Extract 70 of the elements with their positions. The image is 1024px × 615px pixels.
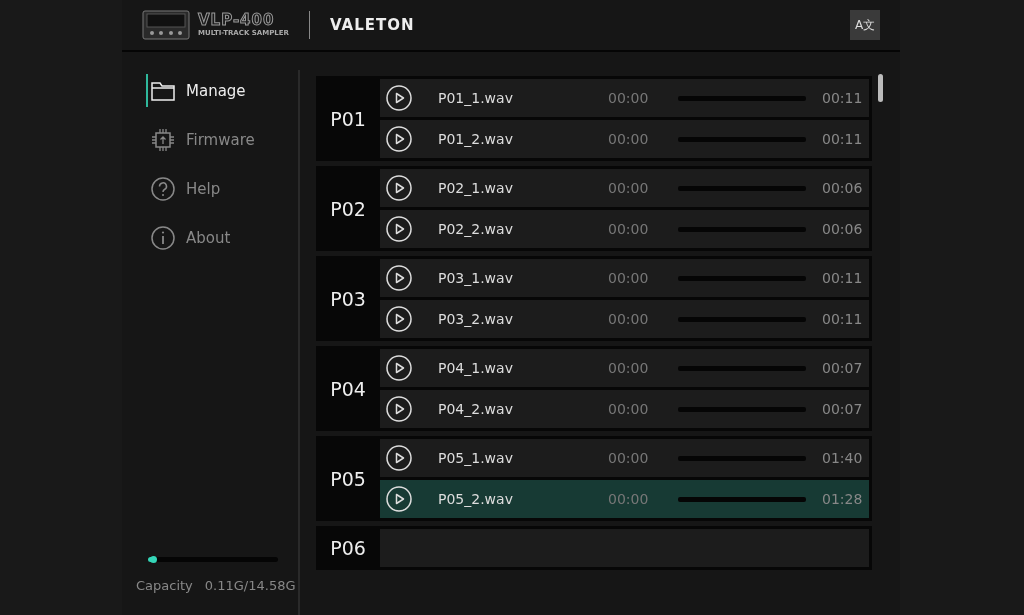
time-duration: 00:06 bbox=[822, 180, 863, 196]
preset-name: P02 bbox=[329, 196, 367, 222]
play-icon[interactable] bbox=[386, 216, 412, 242]
play-icon[interactable] bbox=[386, 396, 412, 422]
nav-item[interactable]: About bbox=[146, 221, 298, 254]
time-duration: 00:11 bbox=[822, 270, 863, 286]
preset-name: P06 bbox=[329, 536, 367, 561]
nav-item[interactable]: Firmware bbox=[146, 123, 298, 156]
track-row[interactable]: P02_2.wav 00:00 00:06 bbox=[380, 210, 869, 248]
time-position: 00:00 bbox=[608, 401, 650, 417]
file-name: P03_2.wav bbox=[438, 311, 514, 327]
time-duration: 00:06 bbox=[822, 221, 863, 237]
play-icon[interactable] bbox=[386, 355, 412, 381]
track-row[interactable]: P05_1.wav 00:00 01:40 bbox=[380, 439, 869, 477]
time-duration: 01:40 bbox=[822, 450, 863, 466]
play-icon[interactable] bbox=[386, 126, 412, 152]
track-row[interactable]: P02_1.wav 00:00 00:06 bbox=[380, 169, 869, 207]
time-position: 00:00 bbox=[608, 311, 650, 327]
time-position: 00:00 bbox=[608, 491, 650, 507]
track-row[interactable]: P01_1.wav 00:00 00:11 bbox=[380, 79, 869, 117]
track-row[interactable]: P03_1.wav 00:00 00:11 bbox=[380, 259, 869, 297]
pedal-icon bbox=[142, 10, 190, 40]
play-icon[interactable] bbox=[386, 175, 412, 201]
time-position: 00:00 bbox=[608, 450, 650, 466]
time-duration: 00:11 bbox=[822, 311, 863, 327]
play-icon[interactable] bbox=[386, 486, 412, 512]
time-position: 00:00 bbox=[608, 221, 650, 237]
help-icon bbox=[151, 176, 175, 201]
track-row[interactable]: P05_2.wav 00:00 01:28 bbox=[380, 480, 869, 518]
capacity-label: Capacity bbox=[136, 578, 193, 593]
time-position: 00:00 bbox=[608, 360, 650, 376]
capacity-value: 0.11G/14.58G bbox=[204, 578, 296, 593]
preset-name: P03 bbox=[329, 286, 367, 312]
file-name: P04_2.wav bbox=[438, 401, 514, 417]
language-button[interactable]: A文 bbox=[850, 10, 880, 40]
folder-icon bbox=[151, 80, 175, 101]
file-name: P04_1.wav bbox=[438, 360, 514, 376]
track-row[interactable]: P03_2.wav 00:00 00:11 bbox=[380, 300, 869, 338]
info-icon bbox=[151, 225, 175, 250]
preset-name: P04 bbox=[329, 376, 367, 402]
play-icon[interactable] bbox=[386, 265, 412, 291]
time-duration: 00:11 bbox=[822, 131, 863, 147]
track-row[interactable]: P04_2.wav 00:00 00:07 bbox=[380, 390, 869, 428]
preset-name: P01 bbox=[329, 106, 367, 132]
time-duration: 00:07 bbox=[822, 360, 863, 376]
time-position: 00:00 bbox=[608, 180, 650, 196]
nav-item[interactable]: Help bbox=[146, 172, 298, 205]
file-name: P01_1.wav bbox=[438, 90, 514, 106]
time-duration: 00:11 bbox=[822, 90, 863, 106]
file-name: P01_2.wav bbox=[438, 131, 514, 147]
time-duration: 01:28 bbox=[822, 491, 863, 507]
brand-logo: VALETON bbox=[330, 16, 415, 34]
track-row[interactable]: P04_1.wav 00:00 00:07 bbox=[380, 349, 869, 387]
track-row[interactable]: P01_2.wav 00:00 00:11 bbox=[380, 120, 869, 158]
preset-name: P05 bbox=[329, 466, 367, 492]
time-position: 00:00 bbox=[608, 270, 650, 286]
file-name: P02_1.wav bbox=[438, 180, 514, 196]
file-name: P02_2.wav bbox=[438, 221, 514, 237]
scrollbar[interactable] bbox=[878, 74, 883, 102]
time-duration: 00:07 bbox=[822, 401, 863, 417]
play-icon[interactable] bbox=[386, 85, 412, 111]
chip-icon bbox=[151, 127, 175, 152]
time-position: 00:00 bbox=[608, 131, 650, 147]
play-icon[interactable] bbox=[386, 445, 412, 471]
file-name: P05_1.wav bbox=[438, 450, 514, 466]
time-position: 00:00 bbox=[608, 90, 650, 106]
file-name: P03_1.wav bbox=[438, 270, 514, 286]
model-name: VLP-400 bbox=[198, 13, 276, 28]
file-name: P05_2.wav bbox=[438, 491, 514, 507]
play-icon[interactable] bbox=[386, 306, 412, 332]
